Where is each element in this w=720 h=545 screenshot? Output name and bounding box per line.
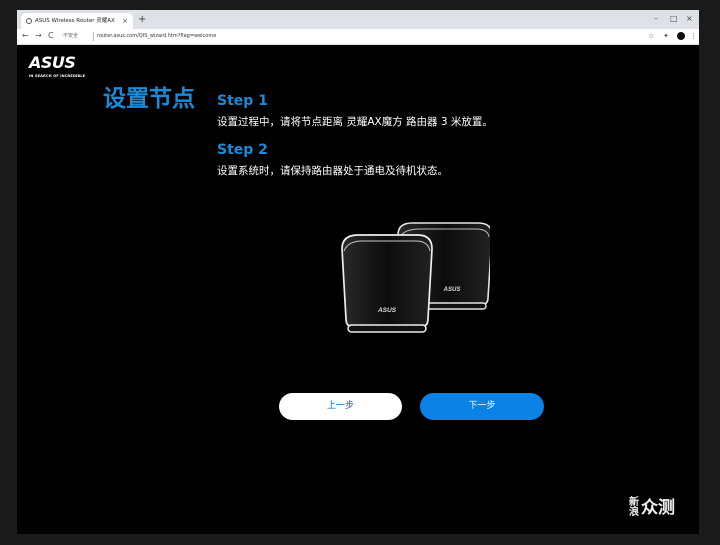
previous-step-button[interactable]: 上一步 <box>279 393 402 420</box>
tab-title: ASUS Wireless Router 灵耀AX <box>35 18 115 24</box>
step1-text: 设置过程中，请将节点距离 灵耀AX魔方 路由器 3 米放置。 <box>217 116 493 128</box>
step2-label: Step 2 <box>217 142 268 158</box>
forward-icon[interactable]: → <box>35 30 42 42</box>
page-title: 设置节点 <box>103 86 195 112</box>
profile-avatar[interactable] <box>677 32 685 40</box>
back-icon[interactable]: ← <box>22 30 29 42</box>
minimize-icon[interactable]: – <box>654 12 658 25</box>
security-label[interactable]: 不安全 <box>63 32 78 41</box>
close-window-icon[interactable]: × <box>686 12 693 25</box>
address-bar: ← → C 不安全 router.asus.com/QIS_wizard.htm… <box>17 29 699 45</box>
tab-bar: ASUS Wireless Router 灵耀AX × + – □ × <box>17 10 699 29</box>
new-tab-button[interactable]: + <box>138 13 146 26</box>
router-front: ASUS <box>341 234 433 333</box>
browser-window: ASUS Wireless Router 灵耀AX × + – □ × ← → … <box>17 10 699 534</box>
star-icon[interactable]: ☆ <box>648 30 654 42</box>
asus-logo: ASUS <box>29 53 76 72</box>
browser-tab[interactable]: ASUS Wireless Router 灵耀AX × <box>21 13 133 29</box>
next-step-button[interactable]: 下一步 <box>420 393 544 420</box>
extension-icon[interactable]: ✦ <box>663 30 669 42</box>
reload-icon[interactable]: C <box>48 30 54 42</box>
asus-tagline: IN SEARCH OF INCREDIBLE <box>29 74 86 78</box>
router-back-brand: ASUS <box>443 287 461 293</box>
url-field[interactable]: router.asus.com/QIS_wizard.htm?flag=welc… <box>97 32 216 41</box>
router-front-brand: ASUS <box>377 307 397 314</box>
router-setup-page: ASUS IN SEARCH OF INCREDIBLE 设置节点 Step 1… <box>17 45 699 534</box>
sina-watermark: 新浪 众测 <box>629 498 675 518</box>
menu-icon[interactable]: ⋮ <box>690 30 697 42</box>
step2-text: 设置系统时，请保持路由器处于通电及待机状态。 <box>217 165 448 177</box>
maximize-icon[interactable]: □ <box>670 12 678 25</box>
divider <box>93 32 94 41</box>
step1-label: Step 1 <box>217 93 268 109</box>
router-illustration: ASUS ASUS <box>341 222 490 333</box>
globe-icon <box>26 18 32 24</box>
watermark-small: 新浪 <box>629 497 639 518</box>
close-tab-icon[interactable]: × <box>122 13 128 29</box>
watermark-big: 众测 <box>641 498 675 518</box>
